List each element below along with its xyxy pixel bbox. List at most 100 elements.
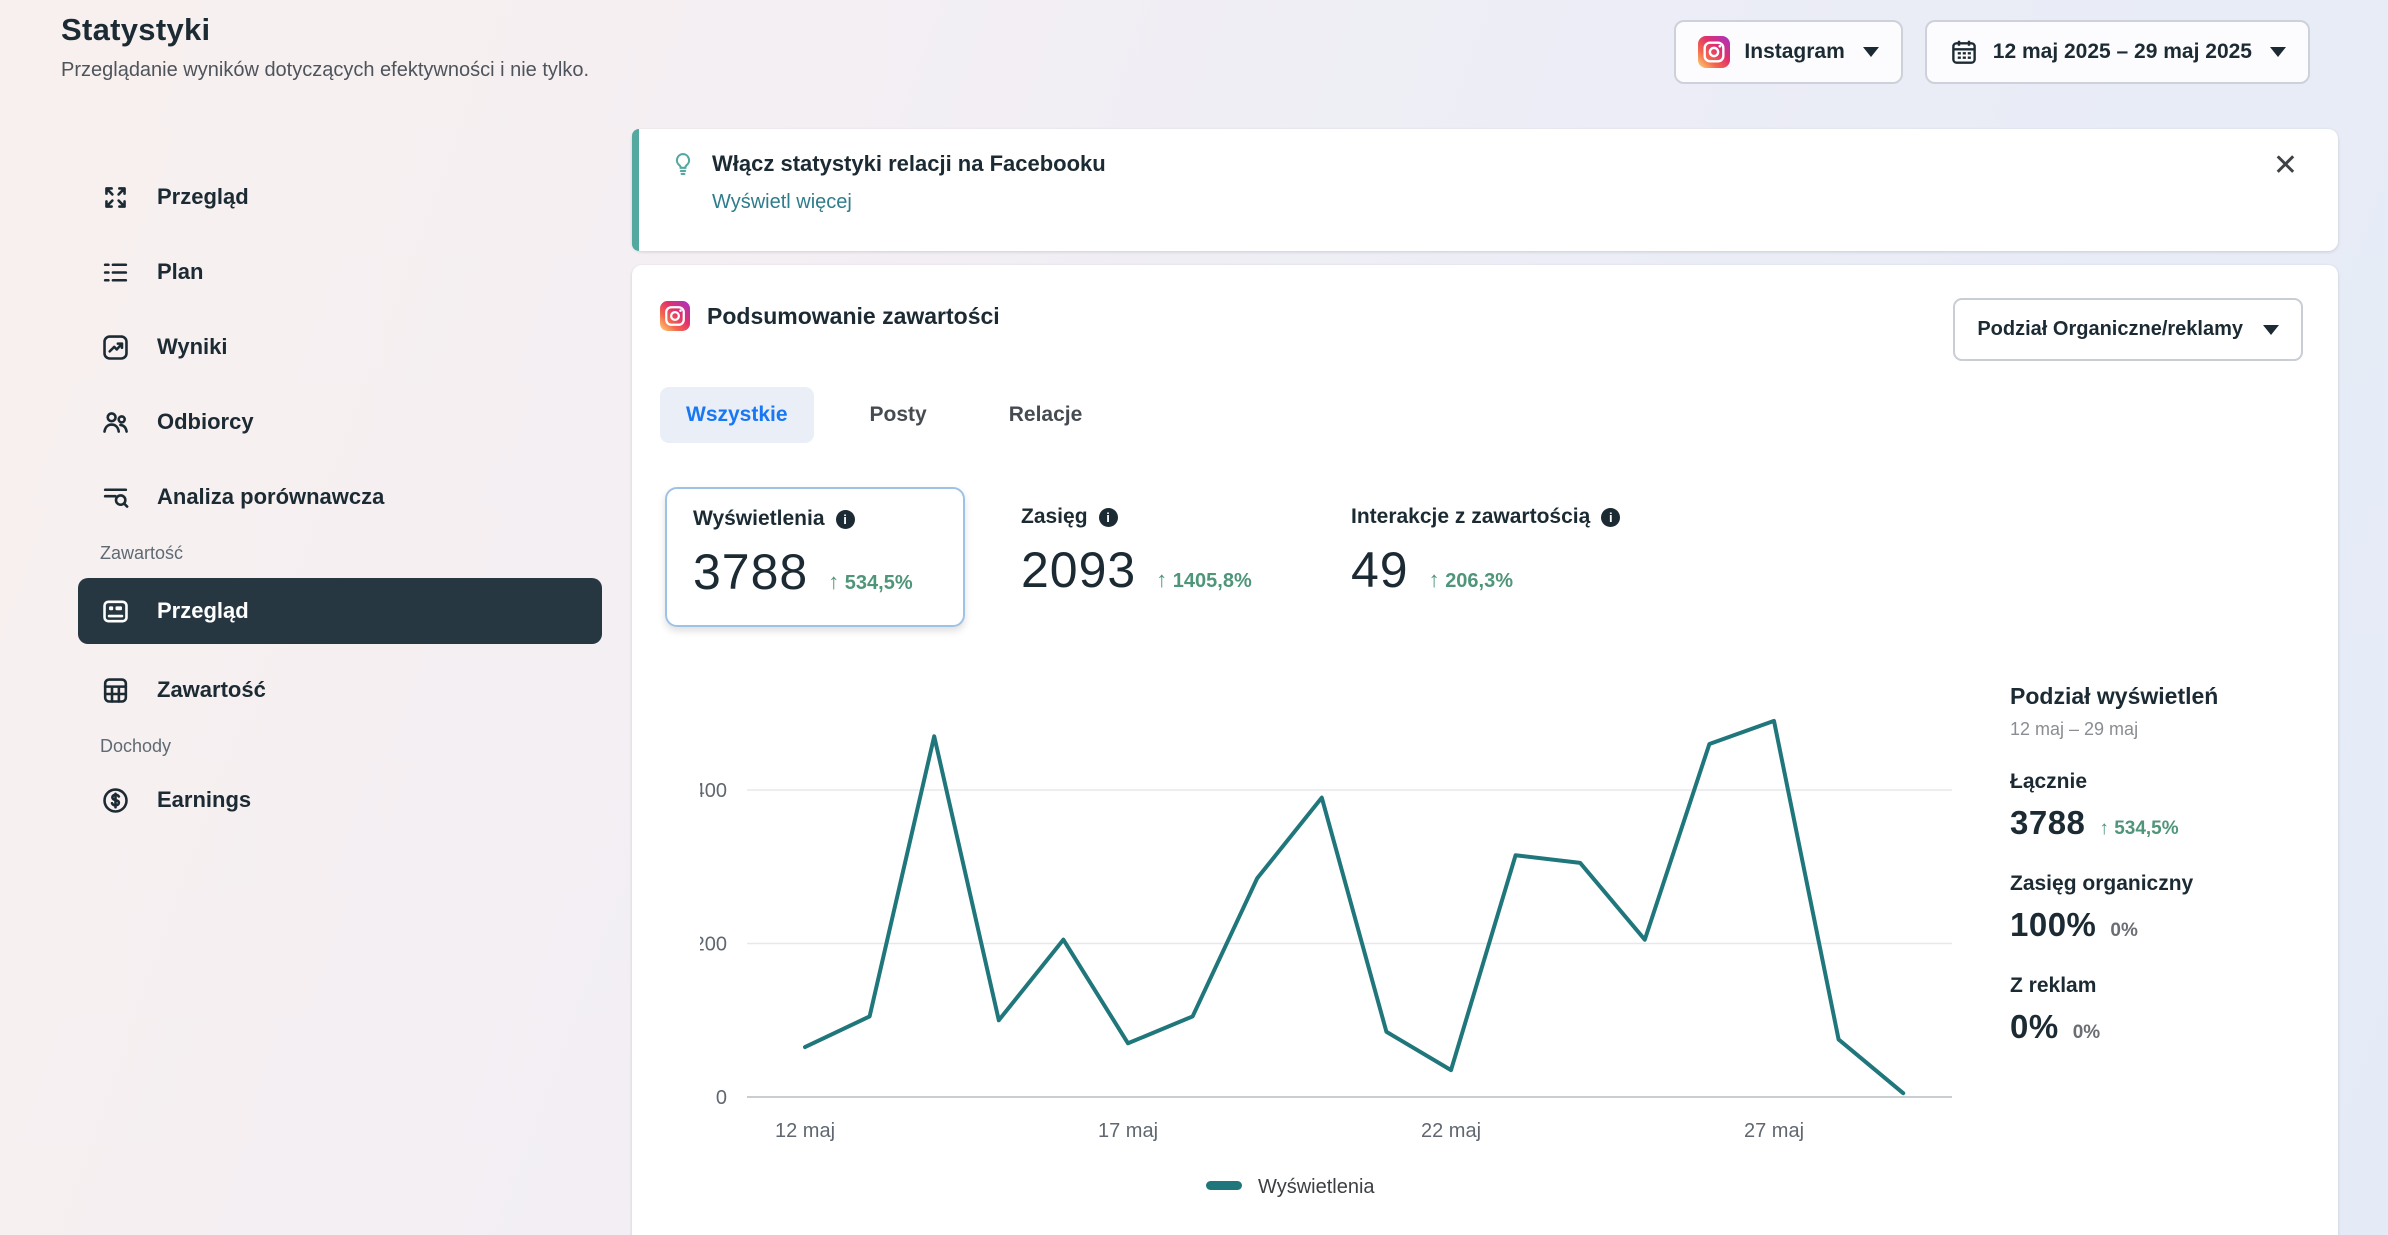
- sidebar-item-label: Analiza porównawcza: [157, 484, 384, 510]
- sidebar-item-label: Odbiorcy: [157, 409, 254, 435]
- content-grid-icon: [100, 675, 131, 706]
- audience-icon: [100, 407, 131, 438]
- metric-value: 2093: [1021, 541, 1136, 599]
- metric-card-zasieg[interactable]: Zasięg i 2093 ↑ 1405,8%: [995, 487, 1295, 627]
- sidebar-item-wyniki[interactable]: Wyniki: [78, 318, 602, 376]
- platform-selector[interactable]: Instagram: [1674, 20, 1902, 84]
- info-icon[interactable]: i: [1099, 508, 1118, 527]
- content-summary-card: Podsumowanie zawartości Podział Organicz…: [632, 265, 2338, 1235]
- views-line-chart: 0 200 400 12 maj 17 maj 22 maj 27 maj Wyświetle…: [700, 680, 1990, 1235]
- increase-arrow-icon: ↑: [1156, 567, 1167, 592]
- breakdown-row-value: 0%: [2010, 1008, 2059, 1046]
- svg-text:Wyświetlenia: Wyświetlenia: [1258, 1176, 1375, 1198]
- tab-relacje[interactable]: Relacje: [983, 387, 1109, 443]
- content-overview-icon: [100, 596, 131, 627]
- metric-card-wyswietlenia[interactable]: Wyświetlenia i 3788 ↑ 534,5%: [665, 487, 965, 627]
- sidebar-item-label: Earnings: [157, 787, 251, 813]
- sidebar-item-label: Przegląd: [157, 184, 249, 210]
- metric-cards: Wyświetlenia i 3788 ↑ 534,5% Zasięg i 20…: [665, 487, 1745, 627]
- facebook-stories-banner: Włącz statystyki relacji na Facebooku Wy…: [632, 129, 2338, 251]
- metric-delta: 534,5%: [845, 572, 913, 594]
- metric-label: Zasięg: [1021, 505, 1088, 529]
- close-icon[interactable]: ✕: [2273, 151, 2298, 181]
- sidebar-item-analiza-porownawcza[interactable]: Analiza porównawcza: [78, 468, 602, 526]
- sidebar-item-label: Zawartość: [157, 677, 266, 703]
- date-range-selector[interactable]: 12 maj 2025 – 29 maj 2025: [1925, 20, 2310, 84]
- breakdown-row-organiczny: Zasięg organiczny 100% 0%: [2010, 872, 2320, 944]
- banner-accent-bar: [632, 129, 639, 251]
- sidebar-item-odbiorcy[interactable]: Odbiorcy: [78, 393, 602, 451]
- breakdown-row-label: Z reklam: [2010, 974, 2320, 998]
- results-chart-icon: [100, 332, 131, 363]
- sidebar-item-content-zawartosc[interactable]: Zawartość: [78, 661, 602, 719]
- content-type-tabs: Wszystkie Posty Relacje: [660, 387, 1108, 443]
- svg-text:400: 400: [700, 780, 727, 802]
- page-header: Statystyki Przeglądanie wyników dotycząc…: [61, 12, 589, 82]
- platform-label: Instagram: [1744, 40, 1844, 64]
- lightbulb-icon: [669, 150, 697, 178]
- breakdown-row-delta: 0%: [2110, 920, 2137, 942]
- sidebar-item-label: Plan: [157, 259, 203, 285]
- calendar-icon: [1949, 37, 1979, 67]
- breakdown-row-lacznie: Łącznie 3788 ↑ 534,5%: [2010, 770, 2320, 842]
- metric-value: 49: [1351, 541, 1409, 599]
- breakdown-date-range: 12 maj – 29 maj: [2010, 719, 2320, 740]
- instagram-icon: [1698, 36, 1730, 68]
- page-title: Statystyki: [61, 12, 589, 48]
- chevron-down-icon: [1863, 47, 1879, 57]
- svg-text:0: 0: [716, 1087, 727, 1109]
- breakdown-row-delta: 0%: [2073, 1022, 2100, 1044]
- sidebar-item-earnings[interactable]: Earnings: [78, 771, 602, 829]
- svg-text:17 maj: 17 maj: [1098, 1120, 1158, 1142]
- organic-ads-breakdown-dropdown[interactable]: Podział Organiczne/reklamy: [1953, 298, 2303, 361]
- chevron-down-icon: [2270, 47, 2286, 57]
- page-subtitle: Przeglądanie wyników dotyczących efektyw…: [61, 59, 589, 82]
- plan-list-icon: [100, 257, 131, 288]
- overview-icon: [100, 182, 131, 213]
- increase-arrow-icon: ↑: [2099, 818, 2109, 839]
- metric-delta: 1405,8%: [1173, 570, 1252, 592]
- breakdown-row-value: 100%: [2010, 906, 2096, 944]
- metric-label: Wyświetlenia: [693, 507, 825, 531]
- earnings-icon: [100, 785, 131, 816]
- metric-value: 3788: [693, 543, 808, 601]
- tab-posty[interactable]: Posty: [844, 387, 953, 443]
- statystyki-page: Statystyki Przeglądanie wyników dotycząc…: [0, 0, 2388, 1235]
- banner-title: Włącz statystyki relacji na Facebooku: [712, 151, 1106, 177]
- info-icon[interactable]: i: [836, 510, 855, 529]
- breakdown-dropdown-label: Podział Organiczne/reklamy: [1977, 318, 2243, 341]
- header-controls: Instagram 12 maj 2025 – 29 maj 2025: [1674, 20, 2310, 84]
- breakdown-row-label: Łącznie: [2010, 770, 2320, 794]
- metric-card-interakcje[interactable]: Interakcje z zawartością i 49 ↑ 206,3%: [1325, 487, 1745, 627]
- benchmark-icon: [100, 482, 131, 513]
- increase-arrow-icon: ↑: [828, 569, 839, 594]
- svg-text:27 maj: 27 maj: [1744, 1120, 1804, 1142]
- sidebar-item-content-przeglad[interactable]: Przegląd: [78, 578, 602, 644]
- breakdown-row-z-reklam: Z reklam 0% 0%: [2010, 974, 2320, 1046]
- metric-delta: 206,3%: [1445, 570, 1513, 592]
- instagram-icon: [660, 301, 690, 331]
- breakdown-row-label: Zasięg organiczny: [2010, 872, 2320, 896]
- sidebar-item-przeglad[interactable]: Przegląd: [78, 168, 602, 226]
- date-range-label: 12 maj 2025 – 29 maj 2025: [1993, 40, 2252, 64]
- sidebar-section-zawartosc: Zawartość: [100, 543, 602, 564]
- info-icon[interactable]: i: [1601, 508, 1620, 527]
- sidebar-item-label: Przegląd: [157, 598, 249, 624]
- sidebar-section-dochody: Dochody: [100, 736, 602, 757]
- breakdown-row-value: 3788: [2010, 804, 2085, 842]
- breakdown-row-delta: 534,5%: [2114, 818, 2178, 839]
- svg-text:200: 200: [700, 934, 727, 956]
- sidebar-item-plan[interactable]: Plan: [78, 243, 602, 301]
- sidebar: Przegląd Plan Wyniki Odbiorcy: [78, 168, 602, 846]
- tab-wszystkie[interactable]: Wszystkie: [660, 387, 814, 443]
- breakdown-title: Podział wyświetleń: [2010, 683, 2320, 710]
- views-breakdown-panel: Podział wyświetleń 12 maj – 29 maj Łączn…: [2010, 683, 2320, 1046]
- chevron-down-icon: [2263, 325, 2279, 335]
- sidebar-item-label: Wyniki: [157, 334, 228, 360]
- increase-arrow-icon: ↑: [1429, 567, 1440, 592]
- summary-title: Podsumowanie zawartości: [707, 303, 1000, 330]
- banner-see-more-link[interactable]: Wyświetl więcej: [712, 191, 852, 214]
- metric-label: Interakcje z zawartością: [1351, 505, 1590, 529]
- svg-text:12 maj: 12 maj: [775, 1120, 835, 1142]
- svg-text:22 maj: 22 maj: [1421, 1120, 1481, 1142]
